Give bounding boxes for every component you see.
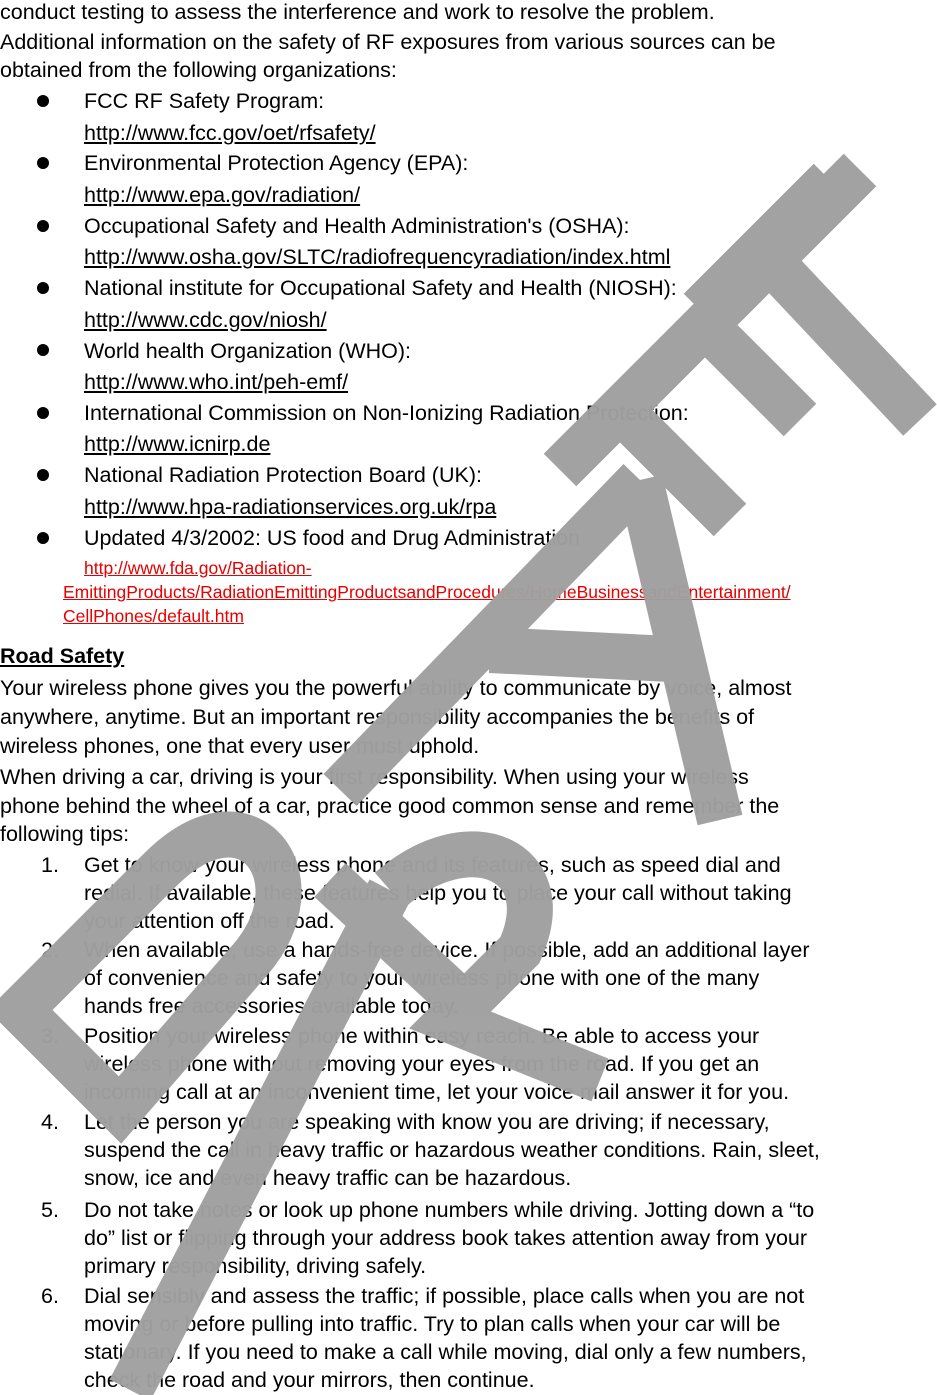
document-page: conduct testing to assess the interferen… xyxy=(0,0,937,1395)
bullet-icon xyxy=(37,220,49,232)
org-name: International Commission on Non-Ionizing… xyxy=(84,401,689,425)
tip-number: 2. xyxy=(41,938,59,962)
tip-line: Do not take notes or look up phone numbe… xyxy=(84,1198,815,1222)
paragraph-line: When driving a car, driving is your firs… xyxy=(0,765,749,789)
paragraph-line: anywhere, anytime. But an important resp… xyxy=(0,705,755,729)
fda-link-line[interactable]: EmittingProducts/RadiationEmittingProduc… xyxy=(63,580,791,604)
tip-line: snow, ice and even heavy traffic can be … xyxy=(84,1166,572,1190)
org-name: National Radiation Protection Board (UK)… xyxy=(84,463,482,487)
tip-line: incoming call at an inconvenient time, l… xyxy=(84,1080,790,1104)
watermark-letter-t xyxy=(683,163,937,436)
intro-line: obtained from the following organization… xyxy=(0,58,397,82)
org-link[interactable]: http://www.fcc.gov/oet/rfsafety/ xyxy=(84,119,376,147)
intro-line: Additional information on the safety of … xyxy=(0,30,776,54)
tip-number: 1. xyxy=(41,853,59,877)
intro-line: conduct testing to assess the interferen… xyxy=(0,0,715,24)
tip-line: Dial sensibly and assess the traffic; if… xyxy=(84,1284,805,1308)
org-name: National institute for Occupational Safe… xyxy=(84,276,677,300)
tip-line: Position your wireless phone within easy… xyxy=(84,1024,760,1048)
tip-line: Get to know your wireless phone and its … xyxy=(84,853,781,877)
tip-number: 4. xyxy=(41,1110,59,1134)
tip-line: primary responsibility, driving safely. xyxy=(84,1254,427,1278)
org-link[interactable]: http://www.hpa-radiationservices.org.uk/… xyxy=(84,493,496,521)
paragraph-line: Your wireless phone gives you the powerf… xyxy=(0,676,792,700)
tip-line: moving or before pulling into traffic. T… xyxy=(84,1312,781,1336)
tip-line: suspend the call in heavy traffic or haz… xyxy=(84,1138,820,1162)
tip-line: of convenience and safety to your wirele… xyxy=(84,966,760,990)
section-heading: Road Safety xyxy=(0,644,125,668)
org-name: Environmental Protection Agency (EPA): xyxy=(84,151,469,175)
tip-line: wireless phone without removing your eye… xyxy=(84,1052,760,1076)
bullet-icon xyxy=(37,469,49,481)
org-link[interactable]: http://www.epa.gov/radiation/ xyxy=(84,181,360,209)
bullet-icon xyxy=(37,157,49,169)
fda-link-line[interactable]: http://www.fda.gov/Radiation- xyxy=(84,556,312,580)
org-name: FCC RF Safety Program: xyxy=(84,89,325,113)
org-link[interactable]: http://www.icnirp.de xyxy=(84,430,270,458)
org-name: Updated 4/3/2002: US food and Drug Admin… xyxy=(84,526,581,550)
bullet-icon xyxy=(37,95,49,107)
bullet-icon xyxy=(37,282,49,294)
org-link[interactable]: http://www.osha.gov/SLTC/radiofrequencyr… xyxy=(84,243,670,271)
tip-line: do” list or flipping through your addres… xyxy=(84,1226,808,1250)
paragraph-line: phone behind the wheel of a car, practic… xyxy=(0,794,780,818)
paragraph-line: wireless phones, one that every user mus… xyxy=(0,734,480,758)
tip-number: 3. xyxy=(41,1024,59,1048)
tip-line: stationary. If you need to make a call w… xyxy=(84,1340,807,1364)
tip-line: When available, use a hands-free device.… xyxy=(84,938,810,962)
tip-line: redial. If available, these features hel… xyxy=(84,881,792,905)
fda-link-line[interactable]: CellPhones/default.htm xyxy=(63,604,244,628)
tip-number: 6. xyxy=(41,1284,59,1308)
org-name: World health Organization (WHO): xyxy=(84,339,411,363)
tip-line: Let the person you are speaking with kno… xyxy=(84,1110,770,1134)
bullet-icon xyxy=(37,407,49,419)
tip-line: your attention off the road. xyxy=(84,909,335,933)
tip-line: hands free accessories available today. xyxy=(84,994,459,1018)
tip-number: 5. xyxy=(41,1198,59,1222)
bullet-icon xyxy=(37,532,49,544)
bullet-icon xyxy=(37,344,49,356)
tip-line: check the road and your mirrors, then co… xyxy=(84,1368,535,1392)
org-link[interactable]: http://www.cdc.gov/niosh/ xyxy=(84,306,327,334)
paragraph-line: following tips: xyxy=(0,822,130,846)
org-name: Occupational Safety and Health Administr… xyxy=(84,214,630,238)
org-link[interactable]: http://www.who.int/peh-emf/ xyxy=(84,368,348,396)
